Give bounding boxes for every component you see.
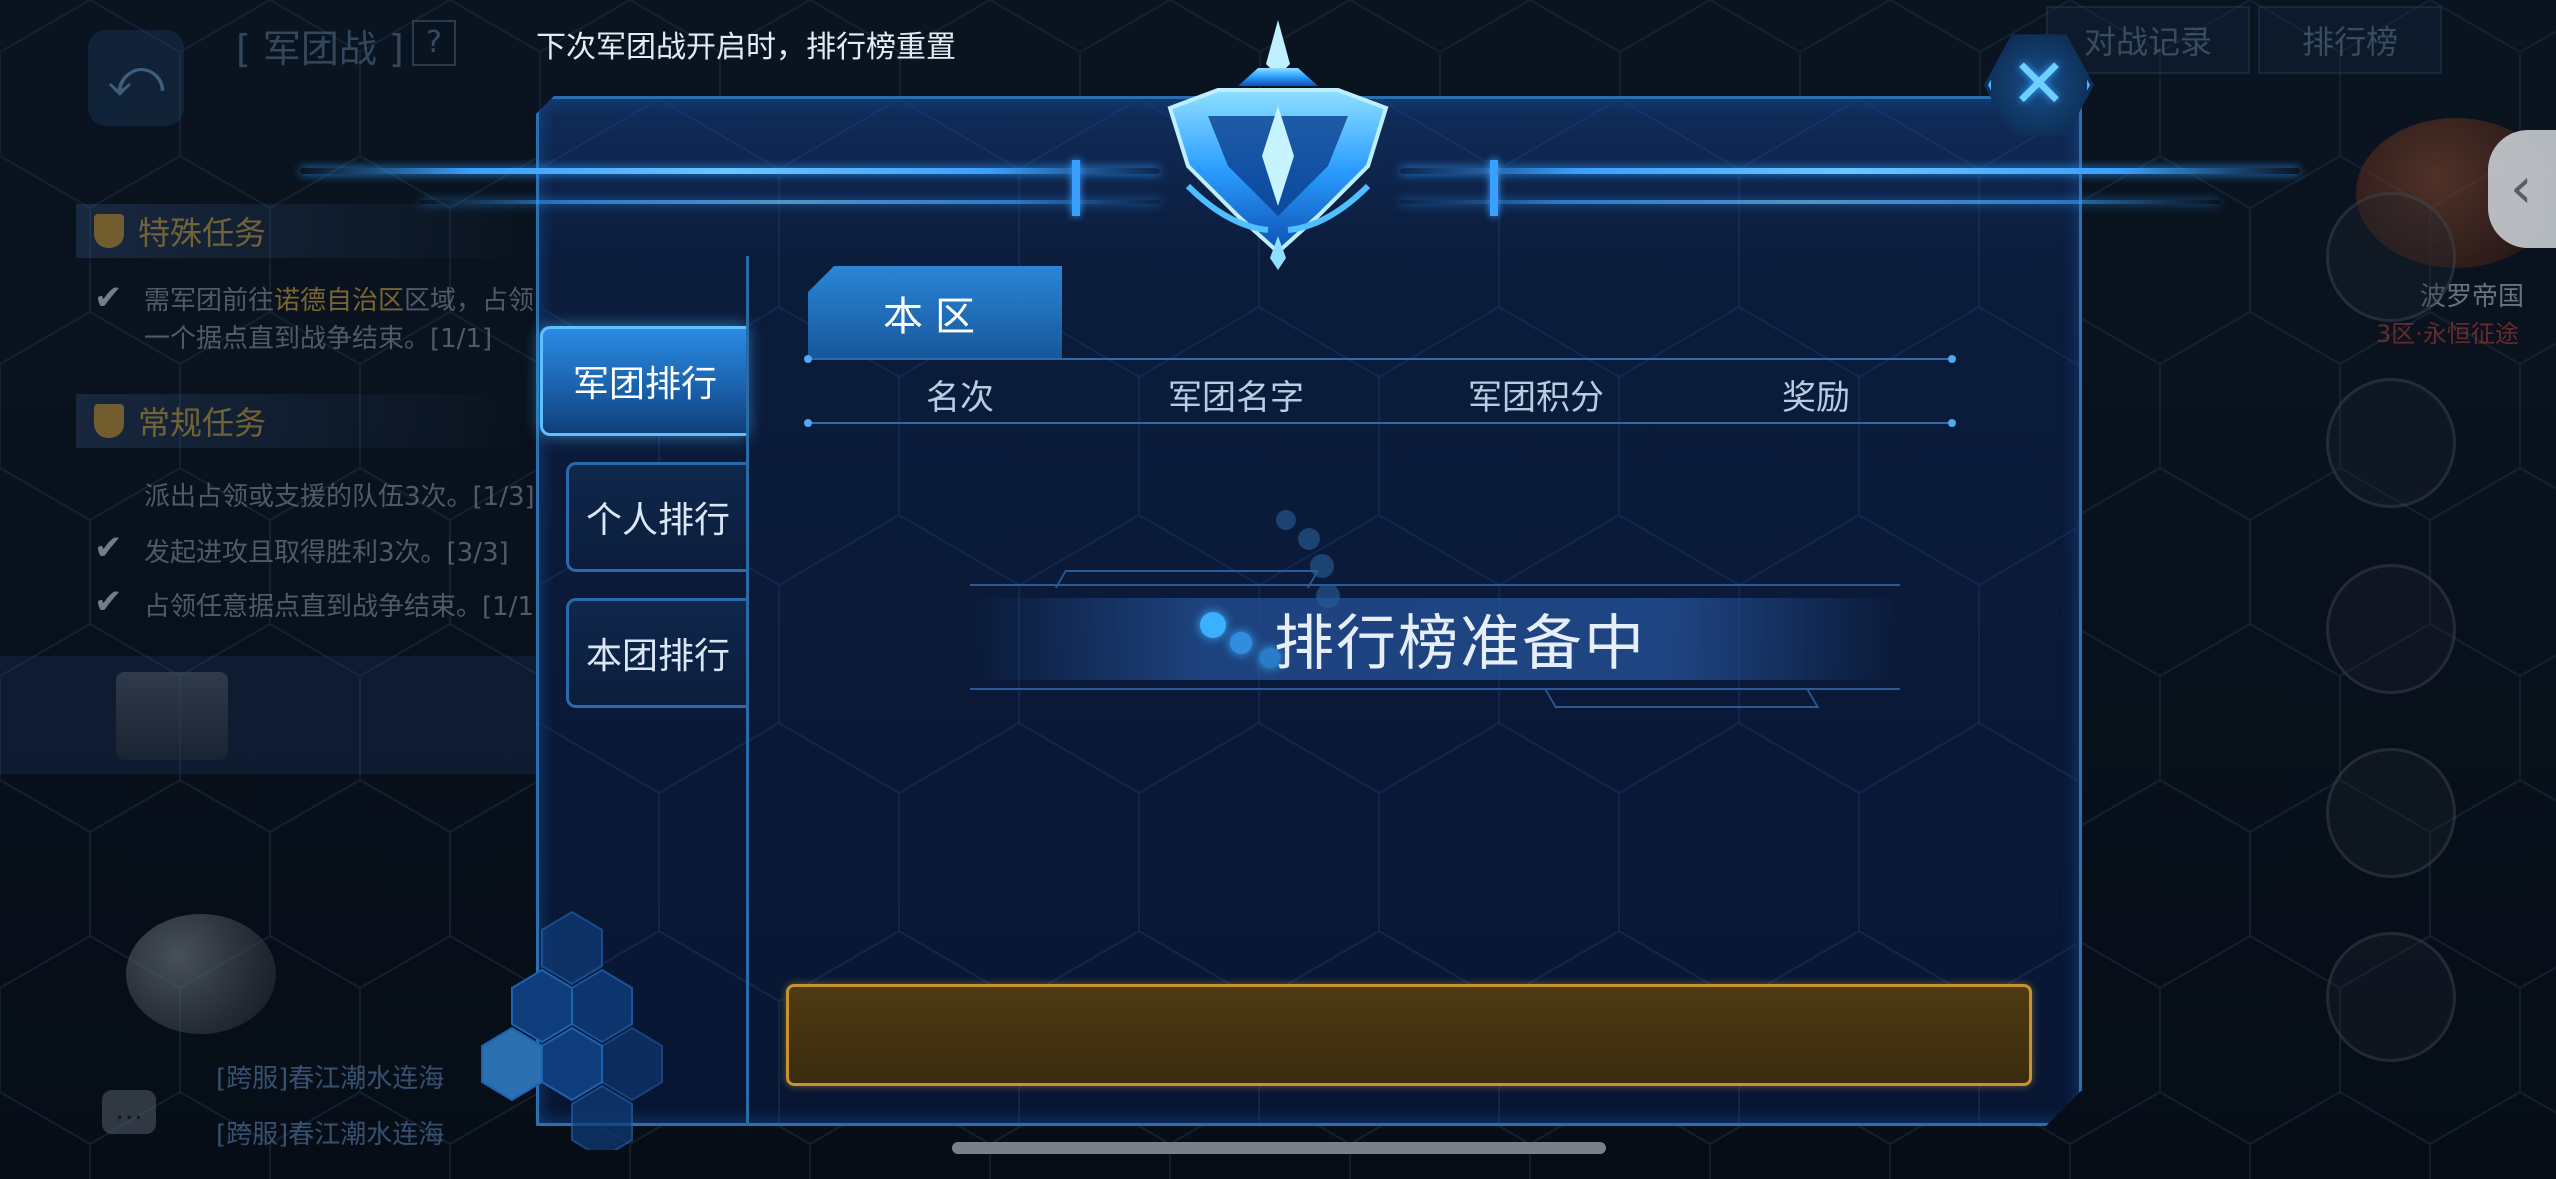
header-glow-line — [1400, 200, 2220, 204]
column-header-reward: 奖励 — [1782, 378, 1850, 418]
close-icon: ✕ — [2010, 45, 2068, 124]
badge-icon — [94, 404, 124, 438]
badge-icon — [94, 214, 124, 248]
chevron-left-icon: ‹ — [2510, 156, 2533, 221]
ship-slot[interactable] — [2326, 378, 2456, 508]
loading-frame-notch — [1054, 570, 1320, 588]
header-glow-line — [1400, 168, 2300, 174]
chat-line: [跨服]春江潮水连海 — [216, 1064, 445, 1094]
table-top-line — [804, 355, 1956, 363]
tab-region[interactable]: 本区 — [808, 266, 1062, 360]
regular-task-header: 常规任务 — [76, 394, 514, 448]
home-indicator — [952, 1142, 1606, 1154]
chat-line: [跨服]春江潮水连海 — [216, 1120, 445, 1150]
column-header-legion-name: 军团名字 — [1168, 378, 1304, 418]
column-header-rank: 名次 — [926, 378, 994, 418]
regular-task-item: 派出占领或支援的队伍3次。[1/3] — [144, 482, 535, 512]
back-button[interactable]: ⤺ — [88, 30, 184, 126]
loading-frame-notch — [1544, 690, 1820, 708]
vehicle-icon — [116, 672, 228, 760]
regular-task-item: 发起进攻且取得胜利3次。[3/3] — [144, 538, 509, 568]
help-button[interactable]: ? — [412, 20, 456, 66]
loading-spinner-dot — [1310, 554, 1334, 578]
tab-legion-ranking[interactable]: 军团排行 — [540, 326, 747, 436]
ship-slot[interactable] — [2326, 192, 2456, 322]
tab-own-legion-ranking[interactable]: 本团排行 — [566, 598, 747, 708]
header-bracket — [1490, 160, 1498, 216]
special-task-line1: 需军团前往诺德自治区区域，占领 — [144, 286, 535, 316]
check-icon: ✔ — [94, 582, 123, 622]
loading-frame-line — [970, 688, 1900, 690]
loading-spinner-dot — [1298, 528, 1320, 550]
table-header-line — [804, 419, 1956, 427]
loading-message: 排行榜准备中 — [1274, 608, 1646, 679]
chat-icon[interactable]: … — [102, 1090, 156, 1134]
planet-icon[interactable] — [126, 914, 276, 1034]
loading-spinner-dot — [1276, 510, 1296, 530]
ship-slot[interactable] — [2326, 564, 2456, 694]
ship-slot[interactable] — [2326, 748, 2456, 878]
check-icon: ✔ — [94, 528, 123, 568]
header-bracket — [1072, 160, 1080, 216]
tab-personal-ranking[interactable]: 个人排行 — [566, 462, 747, 572]
special-task-header: 特殊任务 — [76, 204, 514, 258]
check-icon: ✔ — [94, 278, 123, 318]
header-glow-line — [300, 168, 1160, 174]
selected-row-highlight — [0, 656, 560, 774]
legion-emblem-icon — [1167, 20, 1389, 270]
leaderboard-button[interactable]: 排行榜 — [2258, 6, 2442, 74]
reset-notice: 下次军团战开启时，排行榜重置 — [536, 30, 956, 65]
header-glow-line — [420, 200, 1160, 204]
page-title: [ 军团战 ] — [236, 27, 404, 71]
special-task-line2: 一个据点直到战争结束。[1/1] — [144, 324, 493, 354]
reward-footer-bar — [786, 984, 2032, 1086]
regular-task-item: 占领任意据点直到战争结束。[1/1] — [144, 592, 545, 622]
hex-cluster-decoration — [481, 910, 663, 1150]
back-arrow-icon: ⤺ — [107, 46, 165, 109]
column-header-legion-score: 军团积分 — [1468, 378, 1604, 418]
side-panel-toggle[interactable]: ‹ — [2488, 130, 2556, 248]
ship-slot[interactable] — [2326, 932, 2456, 1062]
